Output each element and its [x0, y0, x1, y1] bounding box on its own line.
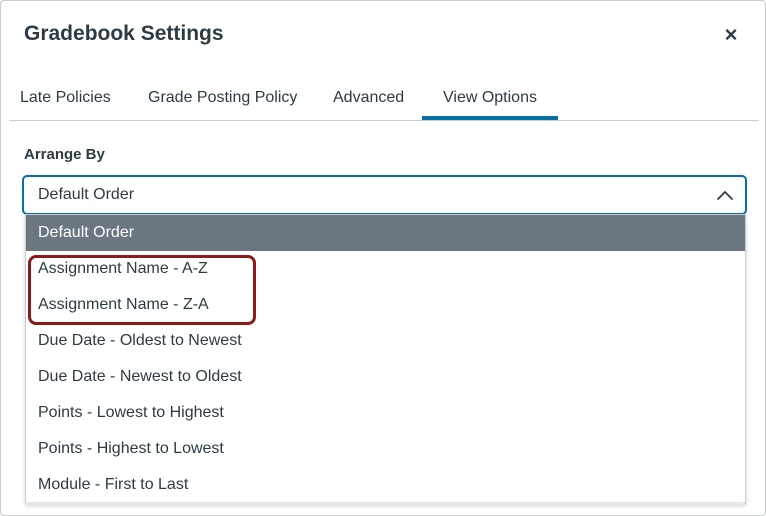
tab-grade-posting-policy[interactable]: Grade Posting Policy: [148, 89, 297, 107]
gradebook-settings-dialog: Gradebook Settings × Late Policies Grade…: [0, 0, 766, 516]
option-label: Assignment Name - Z-A: [38, 296, 209, 313]
option-label: Assignment Name - A-Z: [38, 260, 208, 277]
option-assignment-name-a-z[interactable]: Assignment Name - A-Z: [26, 251, 745, 287]
close-icon: ×: [724, 22, 738, 47]
tab-late-policies[interactable]: Late Policies: [20, 89, 111, 107]
option-default-order[interactable]: Default Order: [26, 215, 745, 251]
close-button[interactable]: ×: [719, 23, 743, 47]
option-label: Default Order: [38, 224, 135, 241]
tab-view-options[interactable]: View Options: [443, 89, 537, 107]
arrange-by-label: Arrange By: [24, 146, 105, 163]
arrange-by-select[interactable]: Default Order: [22, 175, 747, 215]
arrange-by-selected-value: Default Order: [38, 186, 135, 203]
tab-divider: [9, 120, 759, 121]
arrange-by-options-list: Default Order Assignment Name - A-Z Assi…: [25, 214, 746, 504]
option-due-date-oldest-to-newest[interactable]: Due Date - Oldest to Newest: [26, 323, 745, 359]
tab-advanced[interactable]: Advanced: [333, 89, 404, 107]
option-assignment-name-z-a[interactable]: Assignment Name - Z-A: [26, 287, 745, 323]
list-bottom-edge: [25, 502, 744, 506]
option-label: Due Date - Newest to Oldest: [38, 368, 242, 385]
option-label: Points - Lowest to Highest: [38, 404, 224, 421]
settings-tabs: Late Policies Grade Posting Policy Advan…: [1, 79, 765, 123]
option-label: Due Date - Oldest to Newest: [38, 332, 242, 349]
option-module-first-to-last[interactable]: Module - First to Last: [26, 467, 745, 503]
chevron-up-icon: [717, 191, 733, 200]
option-points-lowest-to-highest[interactable]: Points - Lowest to Highest: [26, 395, 745, 431]
dialog-title: Gradebook Settings: [24, 22, 224, 45]
option-points-highest-to-lowest[interactable]: Points - Highest to Lowest: [26, 431, 745, 467]
option-due-date-newest-to-oldest[interactable]: Due Date - Newest to Oldest: [26, 359, 745, 395]
option-label: Module - First to Last: [38, 476, 189, 493]
option-label: Points - Highest to Lowest: [38, 440, 224, 457]
